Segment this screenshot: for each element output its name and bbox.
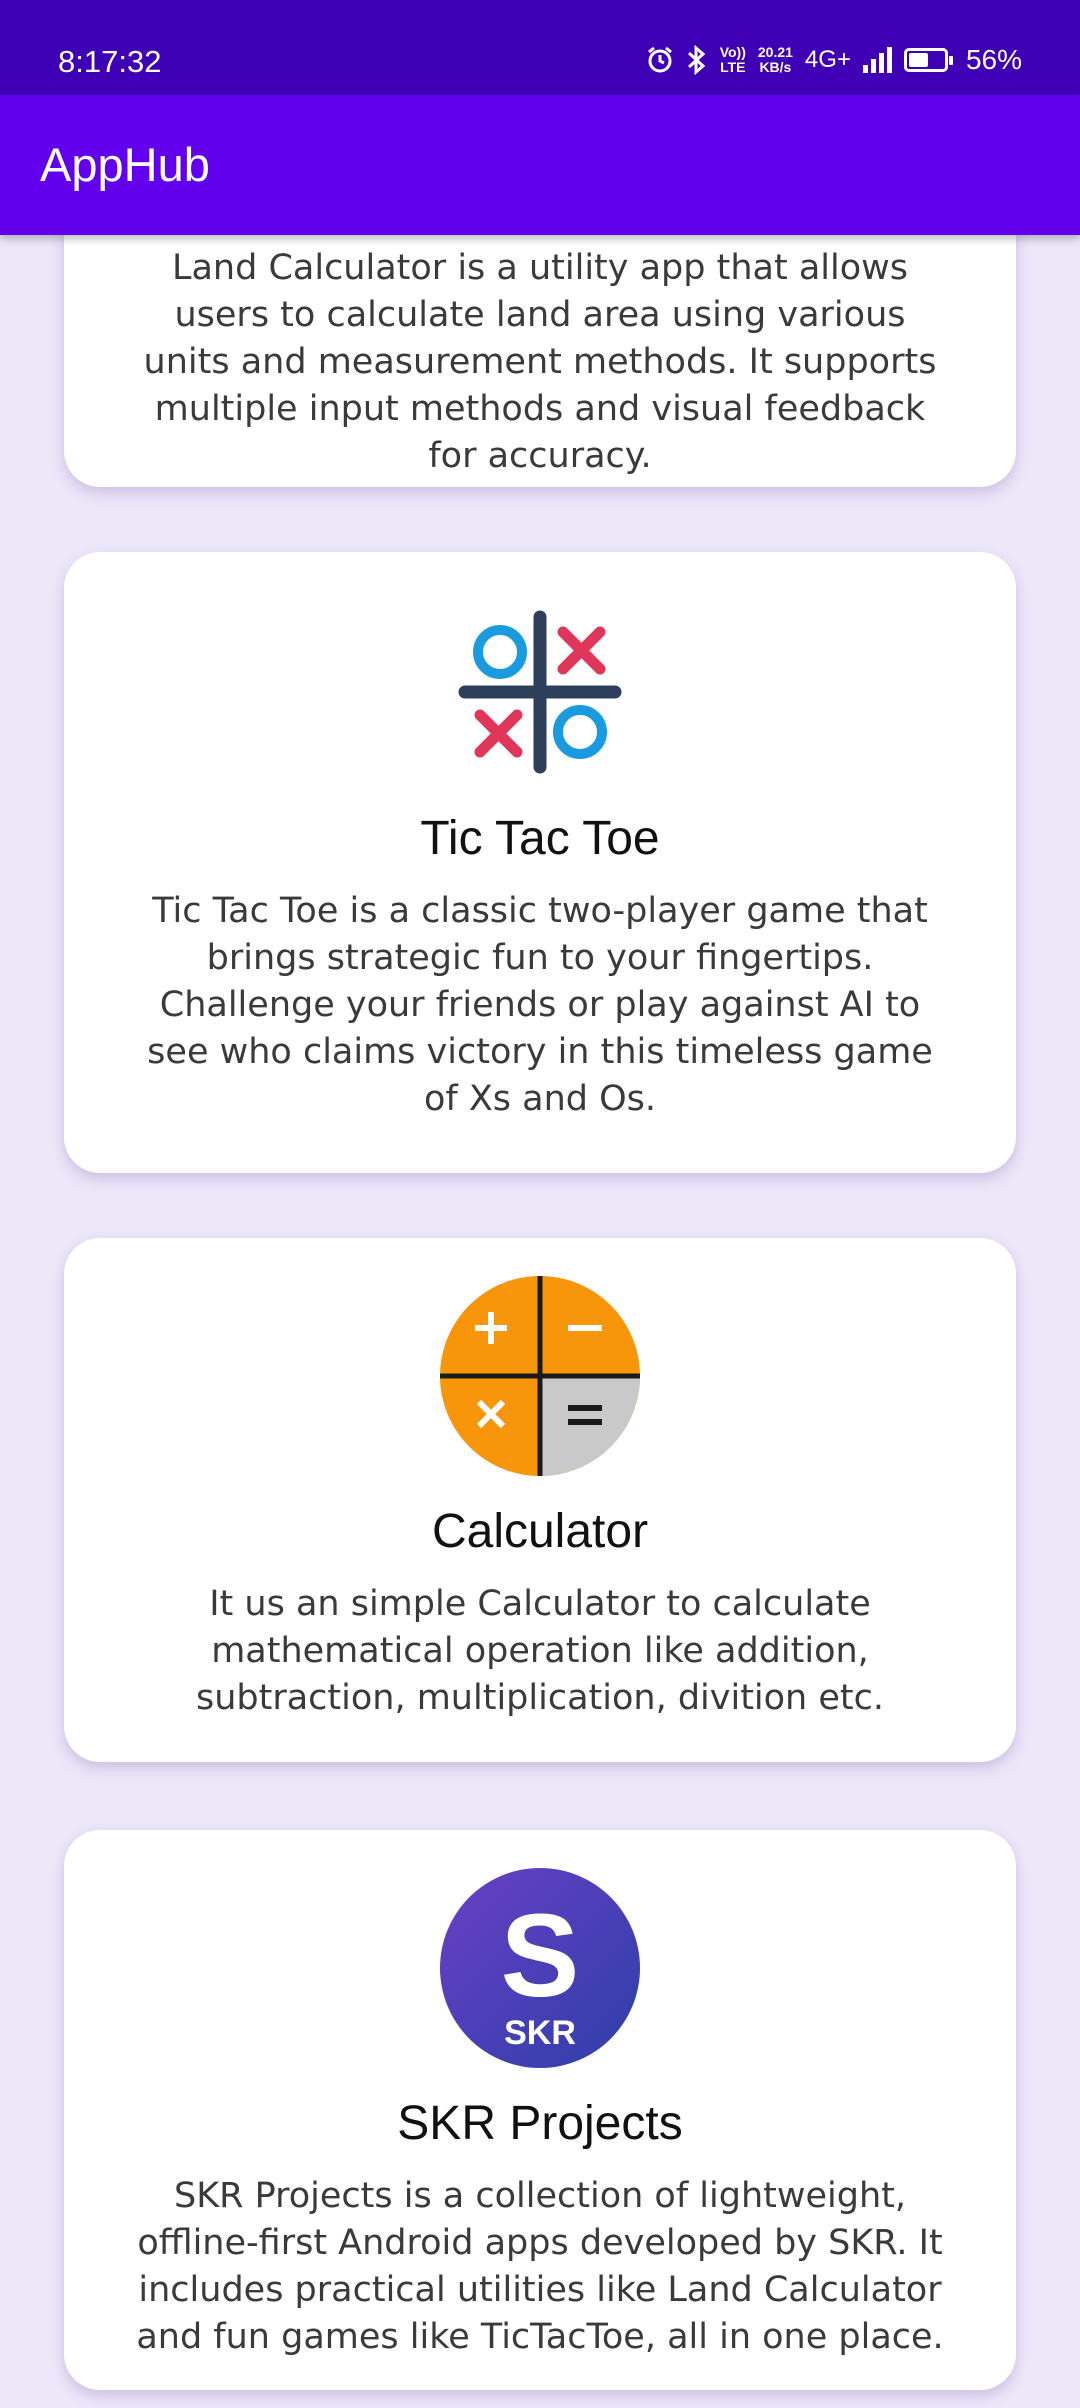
status-icons: Vo)) LTE 20.21 KB/s 4G+ 56% (646, 44, 1022, 76)
calculator-icon (440, 1276, 640, 1476)
tic-tac-toe-icon (458, 610, 622, 774)
signal-icon (862, 47, 892, 73)
app-title: Calculator (431, 1505, 649, 1558)
volte-top: Vo)) (719, 44, 746, 60)
app-title: AppHub (40, 138, 210, 191)
app-description: SKR Projects is a collection of lightwei… (136, 2176, 944, 2357)
volte-icon: Vo)) LTE (720, 45, 746, 75)
battery-icon (903, 48, 953, 72)
app-card-calculator[interactable]: Calculator It us an simple Calculator to… (64, 1238, 1016, 1762)
app-description: It us an simple Calculator to calculate … (195, 1584, 884, 1718)
app-description: Land Calculator is a utility app that al… (143, 248, 937, 476)
skr-icon-label: SKR (504, 2014, 576, 2052)
battery-percent: 56% (965, 44, 1022, 75)
app-card-land-calculator[interactable]: Land Calculator is a utility app that al… (64, 235, 1016, 487)
skr-icon-letter: S (501, 1890, 580, 2022)
app-card-tic-tac-toe[interactable]: Tic Tac Toe Tic Tac Toe is a classic two… (64, 552, 1016, 1173)
alarm-icon (647, 46, 672, 73)
net-speed-unit: KB/s (759, 59, 792, 75)
bluetooth-icon (687, 45, 705, 75)
app-list[interactable]: Land Calculator is a utility app that al… (0, 235, 1080, 2408)
app-description: Tic Tac Toe is a classic two-player game… (147, 891, 933, 1119)
net-speed: 20.21 KB/s (758, 45, 793, 75)
network-type: 4G+ (804, 46, 851, 73)
volte-bottom: LTE (720, 59, 746, 75)
skr-projects-icon: S SKR (440, 1868, 640, 2068)
app-title: SKR Projects (397, 2097, 683, 2150)
app-card-skr-projects[interactable]: S SKR SKR Projects SKR Projects is a col… (64, 1830, 1016, 2390)
net-speed-value: 20.21 (757, 44, 793, 60)
app-title: Tic Tac Toe (420, 812, 660, 865)
status-time: 8:17:32 (58, 44, 162, 79)
app-bar: AppHub (0, 95, 1080, 235)
status-bar: 8:17:32 Vo)) LTE 20.21 KB/s 4G+ 56% (0, 0, 1080, 95)
